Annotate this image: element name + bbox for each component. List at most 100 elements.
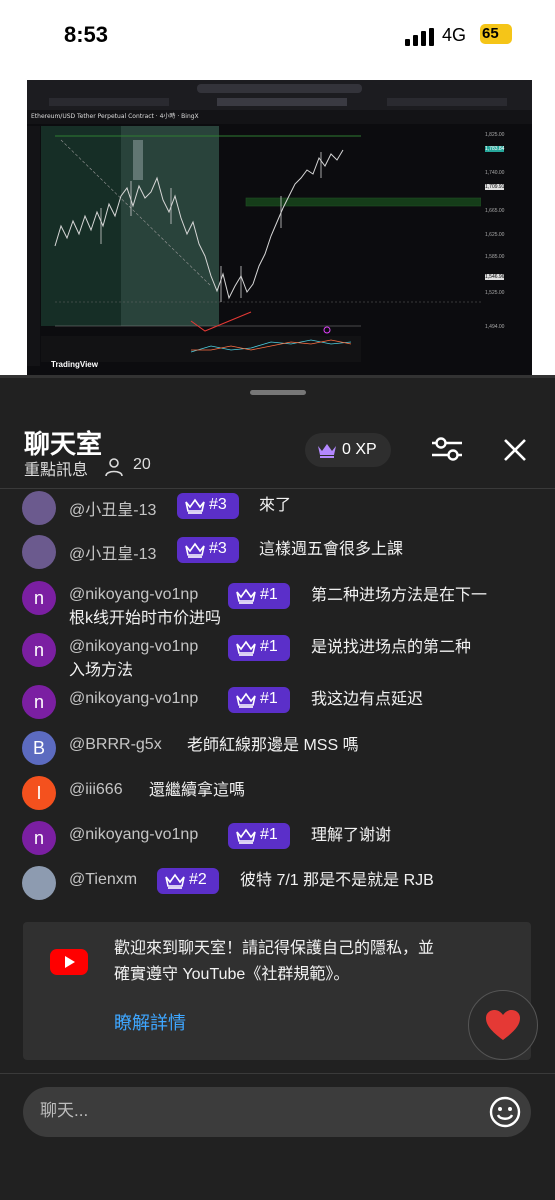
- reaction-button[interactable]: [468, 990, 538, 1060]
- message-text: 理解了谢谢: [311, 827, 392, 844]
- member-rank-badge: #1: [228, 823, 290, 849]
- price-tick: 1,625.00: [485, 232, 505, 238]
- drawing-toolbar: [27, 126, 40, 366]
- crown-icon: [318, 444, 336, 458]
- price-tick: 1,585.00: [485, 254, 505, 260]
- message-author[interactable]: @nikoyang-vo1np: [69, 638, 198, 656]
- price-axis: 1,825.00 1,783.84 1,740.00 1,709.91 1,66…: [483, 126, 532, 364]
- price-tick: 1,665.00: [485, 208, 505, 214]
- chat-message[interactable]: I @iii666 還繼續拿這嗎: [0, 773, 555, 823]
- message-text-continued: 入场方法: [69, 662, 134, 679]
- close-icon[interactable]: [502, 437, 528, 463]
- message-author[interactable]: @小丑皇-13: [69, 496, 156, 520]
- status-bar: 8:53 4G 65: [0, 0, 555, 78]
- rank-label: #1: [260, 586, 278, 603]
- learn-more-link[interactable]: 瞭解詳情: [114, 1009, 186, 1035]
- chat-message[interactable]: n @nikoyang-vo1np #1 我这边有点延迟: [0, 682, 555, 732]
- crown-icon: [165, 873, 185, 889]
- rank-label: #2: [189, 871, 207, 888]
- message-text: 這樣週五會很多上課: [259, 541, 404, 558]
- message-text-continued: 根k线开始时市价进吗: [69, 610, 222, 627]
- chat-message[interactable]: @Tienxm #2 彼特 7/1 那是不是就是 RJB: [0, 863, 555, 913]
- rank-label: #3: [209, 540, 227, 557]
- avatar[interactable]: n: [22, 685, 56, 719]
- price-tick: 1,709.91: [485, 184, 505, 190]
- price-chart: [41, 126, 481, 362]
- price-tick: 1,783.84: [485, 146, 505, 152]
- rank-label: #1: [260, 690, 278, 707]
- message-text: 還繼續拿這嗎: [149, 782, 246, 799]
- emoji-icon[interactable]: [489, 1096, 521, 1128]
- drag-handle[interactable]: [250, 390, 306, 395]
- heart-icon: [486, 1010, 520, 1040]
- chat-message[interactable]: n @nikoyang-vo1np #1 第二种进场方法是在下一 根k线开始时市价进吗: [0, 578, 555, 628]
- browser-tab: [387, 98, 507, 106]
- xp-label: 0 XP: [342, 441, 377, 458]
- message-author[interactable]: @nikoyang-vo1np: [69, 690, 198, 708]
- viewer-count: 20: [133, 456, 151, 473]
- chart-symbol: Ethereum/USD Tether Perpetual Contract ·…: [31, 113, 199, 120]
- rank-label: #1: [260, 826, 278, 843]
- chat-input-bar[interactable]: [23, 1087, 531, 1137]
- divider: [0, 1073, 555, 1074]
- welcome-message: 歡迎來到聊天室！請記得保護自己的隱私，並確實遵守 YouTube《社群規範》。: [114, 940, 435, 983]
- video-player[interactable]: Ethereum/USD Tether Perpetual Contract ·…: [0, 78, 555, 378]
- price-tick: 1,740.00: [485, 170, 505, 176]
- divider: [0, 488, 555, 489]
- message-list[interactable]: @小丑皇-13 #3 來了 @小丑皇-13 #3 這樣週五會很多上課 n @nikoyang-…: [0, 490, 555, 915]
- message-author[interactable]: @BRRR-g5x: [69, 736, 162, 754]
- chat-mode-selector[interactable]: 重點訊息: [24, 456, 88, 480]
- chat-message[interactable]: @小丑皇-13 #3 這樣週五會很多上課: [0, 532, 555, 582]
- avatar[interactable]: n: [22, 581, 56, 615]
- avatar[interactable]: n: [22, 821, 56, 855]
- member-rank-badge: #3: [177, 493, 239, 519]
- chat-message[interactable]: n @nikoyang-vo1np #1 是说找进场点的第二种 入场方法: [0, 630, 555, 680]
- crown-icon: [236, 828, 256, 844]
- filter-icon[interactable]: [430, 434, 464, 464]
- member-rank-badge: #2: [157, 868, 219, 894]
- rank-label: #1: [260, 638, 278, 655]
- crown-icon: [185, 498, 205, 514]
- chat-message[interactable]: n @nikoyang-vo1np #1 理解了谢谢: [0, 818, 555, 868]
- avatar[interactable]: n: [22, 633, 56, 667]
- avatar[interactable]: [22, 535, 56, 569]
- price-tick: 1,546.96: [485, 274, 505, 280]
- message-author[interactable]: @小丑皇-13: [69, 540, 156, 564]
- person-icon: [105, 458, 123, 477]
- address-bar: [197, 84, 362, 93]
- chat-input[interactable]: [40, 1101, 460, 1121]
- browser-toolbar: [27, 80, 532, 110]
- battery-icon: 65: [480, 24, 512, 44]
- network-type: 4G: [442, 25, 467, 45]
- avatar[interactable]: I: [22, 776, 56, 810]
- chat-message[interactable]: B @BRRR-g5x 老師紅線那邊是 MSS 嗎: [0, 728, 555, 778]
- message-text: 我这边有点延迟: [311, 691, 424, 708]
- crown-icon: [236, 588, 256, 604]
- welcome-card: 歡迎來到聊天室！請記得保護自己的隱私，並確實遵守 YouTube《社群規範》。 …: [23, 922, 531, 1060]
- chat-message[interactable]: @小丑皇-13 #3 來了: [0, 490, 555, 538]
- message-author[interactable]: @Tienxm: [69, 871, 137, 889]
- avatar[interactable]: [22, 866, 56, 900]
- crown-icon: [185, 542, 205, 558]
- live-chat-panel: 聊天室 重點訊息 20 0 XP @小丑皇-13 #3 來了 @小丑皇-13 #3 這樣週…: [0, 378, 555, 1200]
- price-tick: 1,494.00: [485, 324, 505, 330]
- xp-button[interactable]: 0 XP: [305, 433, 391, 467]
- signal-icon: [405, 28, 434, 46]
- message-author[interactable]: @iii666: [69, 781, 123, 799]
- crown-icon: [236, 640, 256, 656]
- message-text: 彼特 7/1 那是不是就是 RJB: [240, 872, 434, 889]
- clock: 8:53: [64, 22, 109, 47]
- browser-tab: [217, 98, 347, 106]
- avatar[interactable]: B: [22, 731, 56, 765]
- avatar[interactable]: [22, 491, 56, 525]
- price-tick: 1,825.00: [485, 132, 505, 138]
- youtube-logo-icon: [50, 949, 88, 975]
- price-tick: 1,525.00: [485, 290, 505, 296]
- message-author[interactable]: @nikoyang-vo1np: [69, 586, 198, 604]
- member-rank-badge: #3: [177, 537, 239, 563]
- browser-tab: [49, 98, 169, 106]
- message-author[interactable]: @nikoyang-vo1np: [69, 826, 198, 844]
- tradingview-screen: Ethereum/USD Tether Perpetual Contract ·…: [27, 80, 532, 376]
- rank-label: #3: [209, 496, 227, 513]
- message-text: 老師紅線那邊是 MSS 嗎: [187, 737, 359, 754]
